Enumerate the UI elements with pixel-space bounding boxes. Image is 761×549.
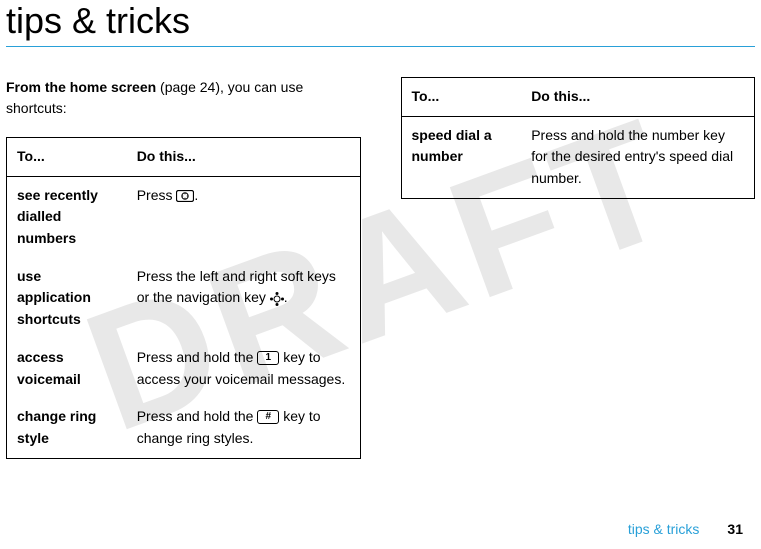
action-post: .	[194, 187, 198, 203]
page-title: tips & tricks	[6, 0, 761, 42]
row-action: Press and hold the number key for the de…	[521, 116, 754, 198]
row-action: Press the left and right soft keys or th…	[127, 258, 360, 339]
col-header-do: Do this...	[521, 78, 754, 117]
row-action: Press and hold the 1 key to access your …	[127, 339, 360, 398]
page-footer: tips & tricks 31	[628, 521, 743, 537]
send-key-icon	[176, 187, 194, 203]
left-column: From the home screen (page 24), you can …	[6, 77, 361, 459]
col-header-do: Do this...	[127, 138, 360, 177]
row-label: change ring style	[7, 398, 127, 458]
action-pre: Press the left and right soft keys or th…	[137, 268, 336, 306]
col-header-to: To...	[7, 138, 127, 177]
table-row: see recently dialled numbers Press .	[7, 176, 361, 258]
row-label: use application shortcuts	[7, 258, 127, 339]
row-label: speed dial a number	[401, 116, 521, 198]
right-column: To... Do this... speed dial a number Pre…	[401, 77, 756, 459]
action-pre: Press	[137, 187, 177, 203]
key-1-icon: 1	[257, 351, 279, 365]
shortcuts-table-1: To... Do this... see recently dialled nu…	[6, 137, 361, 459]
intro-paragraph: From the home screen (page 24), you can …	[6, 77, 361, 119]
row-label: access voicemail	[7, 339, 127, 398]
col-header-to: To...	[401, 78, 521, 117]
row-action: Press and hold the # key to change ring …	[127, 398, 360, 458]
row-label: see recently dialled numbers	[7, 176, 127, 258]
table-header-row: To... Do this...	[401, 78, 755, 117]
key-hash-icon: #	[257, 410, 279, 424]
action-pre: Press and hold the	[137, 349, 258, 365]
action-post: .	[284, 289, 288, 305]
shortcuts-table-2: To... Do this... speed dial a number Pre…	[401, 77, 756, 199]
intro-bold: From the home screen	[6, 79, 156, 95]
table-header-row: To... Do this...	[7, 138, 361, 177]
table-row: speed dial a number Press and hold the n…	[401, 116, 755, 198]
row-action: Press .	[127, 176, 360, 258]
footer-section-link: tips & tricks	[628, 521, 700, 537]
page-number: 31	[727, 521, 743, 537]
navigation-key-icon	[270, 292, 284, 306]
title-rule	[6, 46, 755, 47]
table-row: use application shortcuts Press the left…	[7, 258, 361, 339]
action-pre: Press and hold the	[137, 408, 258, 424]
table-row: change ring style Press and hold the # k…	[7, 398, 361, 458]
table-row: access voicemail Press and hold the 1 ke…	[7, 339, 361, 398]
